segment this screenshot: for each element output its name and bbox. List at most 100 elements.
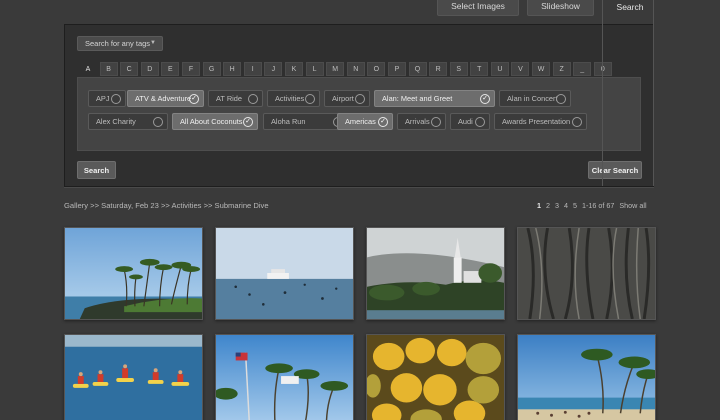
tag-list: APJ ATV & Adventure ✓ AT Ride Activities Airp… [77, 77, 641, 151]
letter-filter-q[interactable]: Q [408, 62, 427, 76]
tag-airport[interactable]: Airport [324, 90, 370, 107]
flag-and-palms-photo [216, 335, 353, 420]
tag-mode-label: Search for any tags [85, 39, 151, 48]
checkmark-icon: ✓ [189, 94, 199, 104]
letter-filter-e[interactable]: E [161, 62, 180, 76]
slideshow-button[interactable]: Slideshow [527, 0, 594, 16]
letter-filter-u[interactable]: U [490, 62, 509, 76]
chevron-down-icon: ▼ [150, 40, 156, 46]
tag-alex-charity[interactable]: Alex Charity [88, 113, 168, 130]
tag-label: All About Coconuts [180, 117, 243, 126]
thumbnail-palm-trees[interactable] [64, 227, 203, 320]
cruise-ship-swimmers-photo [216, 228, 353, 319]
letter-filter-underscore[interactable]: _ [573, 62, 592, 76]
palm-trees-beach-photo [65, 228, 202, 319]
kayakers-in-bay-photo [65, 335, 202, 420]
empty-circle-icon [431, 117, 441, 127]
tag-apj[interactable]: APJ [88, 90, 126, 107]
letter-filter-r[interactable]: R [429, 62, 448, 76]
letter-filter-b[interactable]: B [99, 62, 118, 76]
letter-filter-z[interactable]: Z [552, 62, 571, 76]
letter-filter-w[interactable]: W [532, 62, 551, 76]
result-range: 1-16 of 67 [582, 201, 615, 210]
tag-label: Awards Presentation [502, 117, 571, 126]
search-button[interactable]: Search [77, 161, 116, 179]
tag-label: Airport [332, 94, 354, 103]
letter-filter-p[interactable]: P [387, 62, 406, 76]
thumbnail-flag-palms[interactable] [215, 334, 354, 420]
tag-label: Alan in Concert [507, 94, 558, 103]
letter-filter-v[interactable]: V [511, 62, 530, 76]
search-tab[interactable]: Search [606, 0, 654, 14]
thumbnail-kayakers[interactable] [64, 334, 203, 420]
empty-circle-icon [111, 94, 121, 104]
tag-label: Audi [458, 117, 473, 126]
show-all-link[interactable]: Show all [619, 201, 646, 210]
tag-label: ATV & Adventure [135, 94, 192, 103]
letter-filter-a[interactable]: A [79, 62, 97, 76]
letter-filter-k[interactable]: K [284, 62, 303, 76]
search-panel: Search for any tags ▼ ABCDEFGHIJKLMNOPQR… [64, 24, 654, 187]
checkmark-icon: ✓ [378, 117, 388, 127]
banyan-tree-roots-photo [518, 228, 655, 319]
tag-label: Activities [275, 94, 305, 103]
tag-alan-meet-and-greet[interactable]: Alan: Meet and Greet ✓ [374, 90, 495, 107]
thumbnail-papayas[interactable] [366, 334, 505, 420]
empty-circle-icon [556, 94, 566, 104]
letter-filter-t[interactable]: T [470, 62, 489, 76]
tag-all-about-coconuts[interactable]: All About Coconuts ✓ [172, 113, 258, 130]
letter-filter-d[interactable]: D [140, 62, 159, 76]
tag-at-ride[interactable]: AT Ride [208, 90, 263, 107]
tag-label: Alex Charity [96, 117, 136, 126]
thumbnail-beach-palms[interactable] [517, 334, 656, 420]
tag-arrivals[interactable]: Arrivals [397, 113, 446, 130]
checkmark-icon: ✓ [243, 117, 253, 127]
page-link-5[interactable]: 5 [573, 201, 577, 210]
tag-audi[interactable]: Audi [450, 113, 490, 130]
empty-circle-icon [572, 117, 582, 127]
letter-filter-l[interactable]: L [305, 62, 324, 76]
empty-circle-icon [475, 117, 485, 127]
letter-filter-c[interactable]: C [120, 62, 139, 76]
thumbnail-cruise-ship[interactable] [215, 227, 354, 320]
letter-filter-f[interactable]: F [181, 62, 200, 76]
empty-circle-icon [305, 94, 315, 104]
thumbnail-banyan[interactable] [517, 227, 656, 320]
tag-label: Arrivals [405, 117, 430, 126]
letter-filter-n[interactable]: N [346, 62, 365, 76]
thumbnail-church[interactable] [366, 227, 505, 320]
letter-filter-0[interactable]: 0 [593, 62, 612, 76]
tag-aloha-run[interactable]: Aloha Run [263, 113, 348, 130]
page-link-3[interactable]: 3 [555, 201, 559, 210]
select-images-button[interactable]: Select Images [437, 0, 519, 16]
letter-filter-m[interactable]: M [326, 62, 345, 76]
empty-circle-icon [153, 117, 163, 127]
clear-search-button[interactable]: Clear Search [588, 161, 642, 179]
page-link-1[interactable]: 1 [537, 201, 541, 210]
breadcrumb[interactable]: Gallery >> Saturday, Feb 23 >> Activitie… [64, 201, 269, 210]
page-link-4[interactable]: 4 [564, 201, 568, 210]
tag-alan-in-concert[interactable]: Alan in Concert [499, 90, 571, 107]
letter-filter-o[interactable]: O [367, 62, 386, 76]
tag-atv-adventure[interactable]: ATV & Adventure ✓ [127, 90, 204, 107]
page-link-2[interactable]: 2 [546, 201, 550, 210]
letter-filter-s[interactable]: S [449, 62, 468, 76]
alphabet-filter: A B C D E F G H I J K L M N O P Q R S T U V W Z _ 0 [79, 62, 614, 76]
tag-label: Americas [345, 117, 376, 126]
tag-label: APJ [96, 94, 110, 103]
tag-label: Alan: Meet and Greet [382, 94, 453, 103]
tag-americas[interactable]: Americas ✓ [337, 113, 393, 130]
tag-label: Aloha Run [271, 117, 306, 126]
pagination: 1 2 3 4 5 1-16 of 67 Show all [537, 201, 647, 210]
letter-filter-j[interactable]: J [264, 62, 283, 76]
empty-circle-icon [355, 94, 365, 104]
tag-mode-dropdown[interactable]: Search for any tags ▼ [77, 36, 163, 51]
top-toolbar: Select Images Slideshow Search [0, 0, 720, 20]
tag-activities[interactable]: Activities [267, 90, 320, 107]
letter-filter-g[interactable]: G [202, 62, 221, 76]
tag-awards-presentation[interactable]: Awards Presentation [494, 113, 587, 130]
checkmark-icon: ✓ [480, 94, 490, 104]
letter-filter-h[interactable]: H [223, 62, 242, 76]
letter-filter-i[interactable]: I [243, 62, 262, 76]
beach-palms-people-photo [518, 335, 655, 420]
